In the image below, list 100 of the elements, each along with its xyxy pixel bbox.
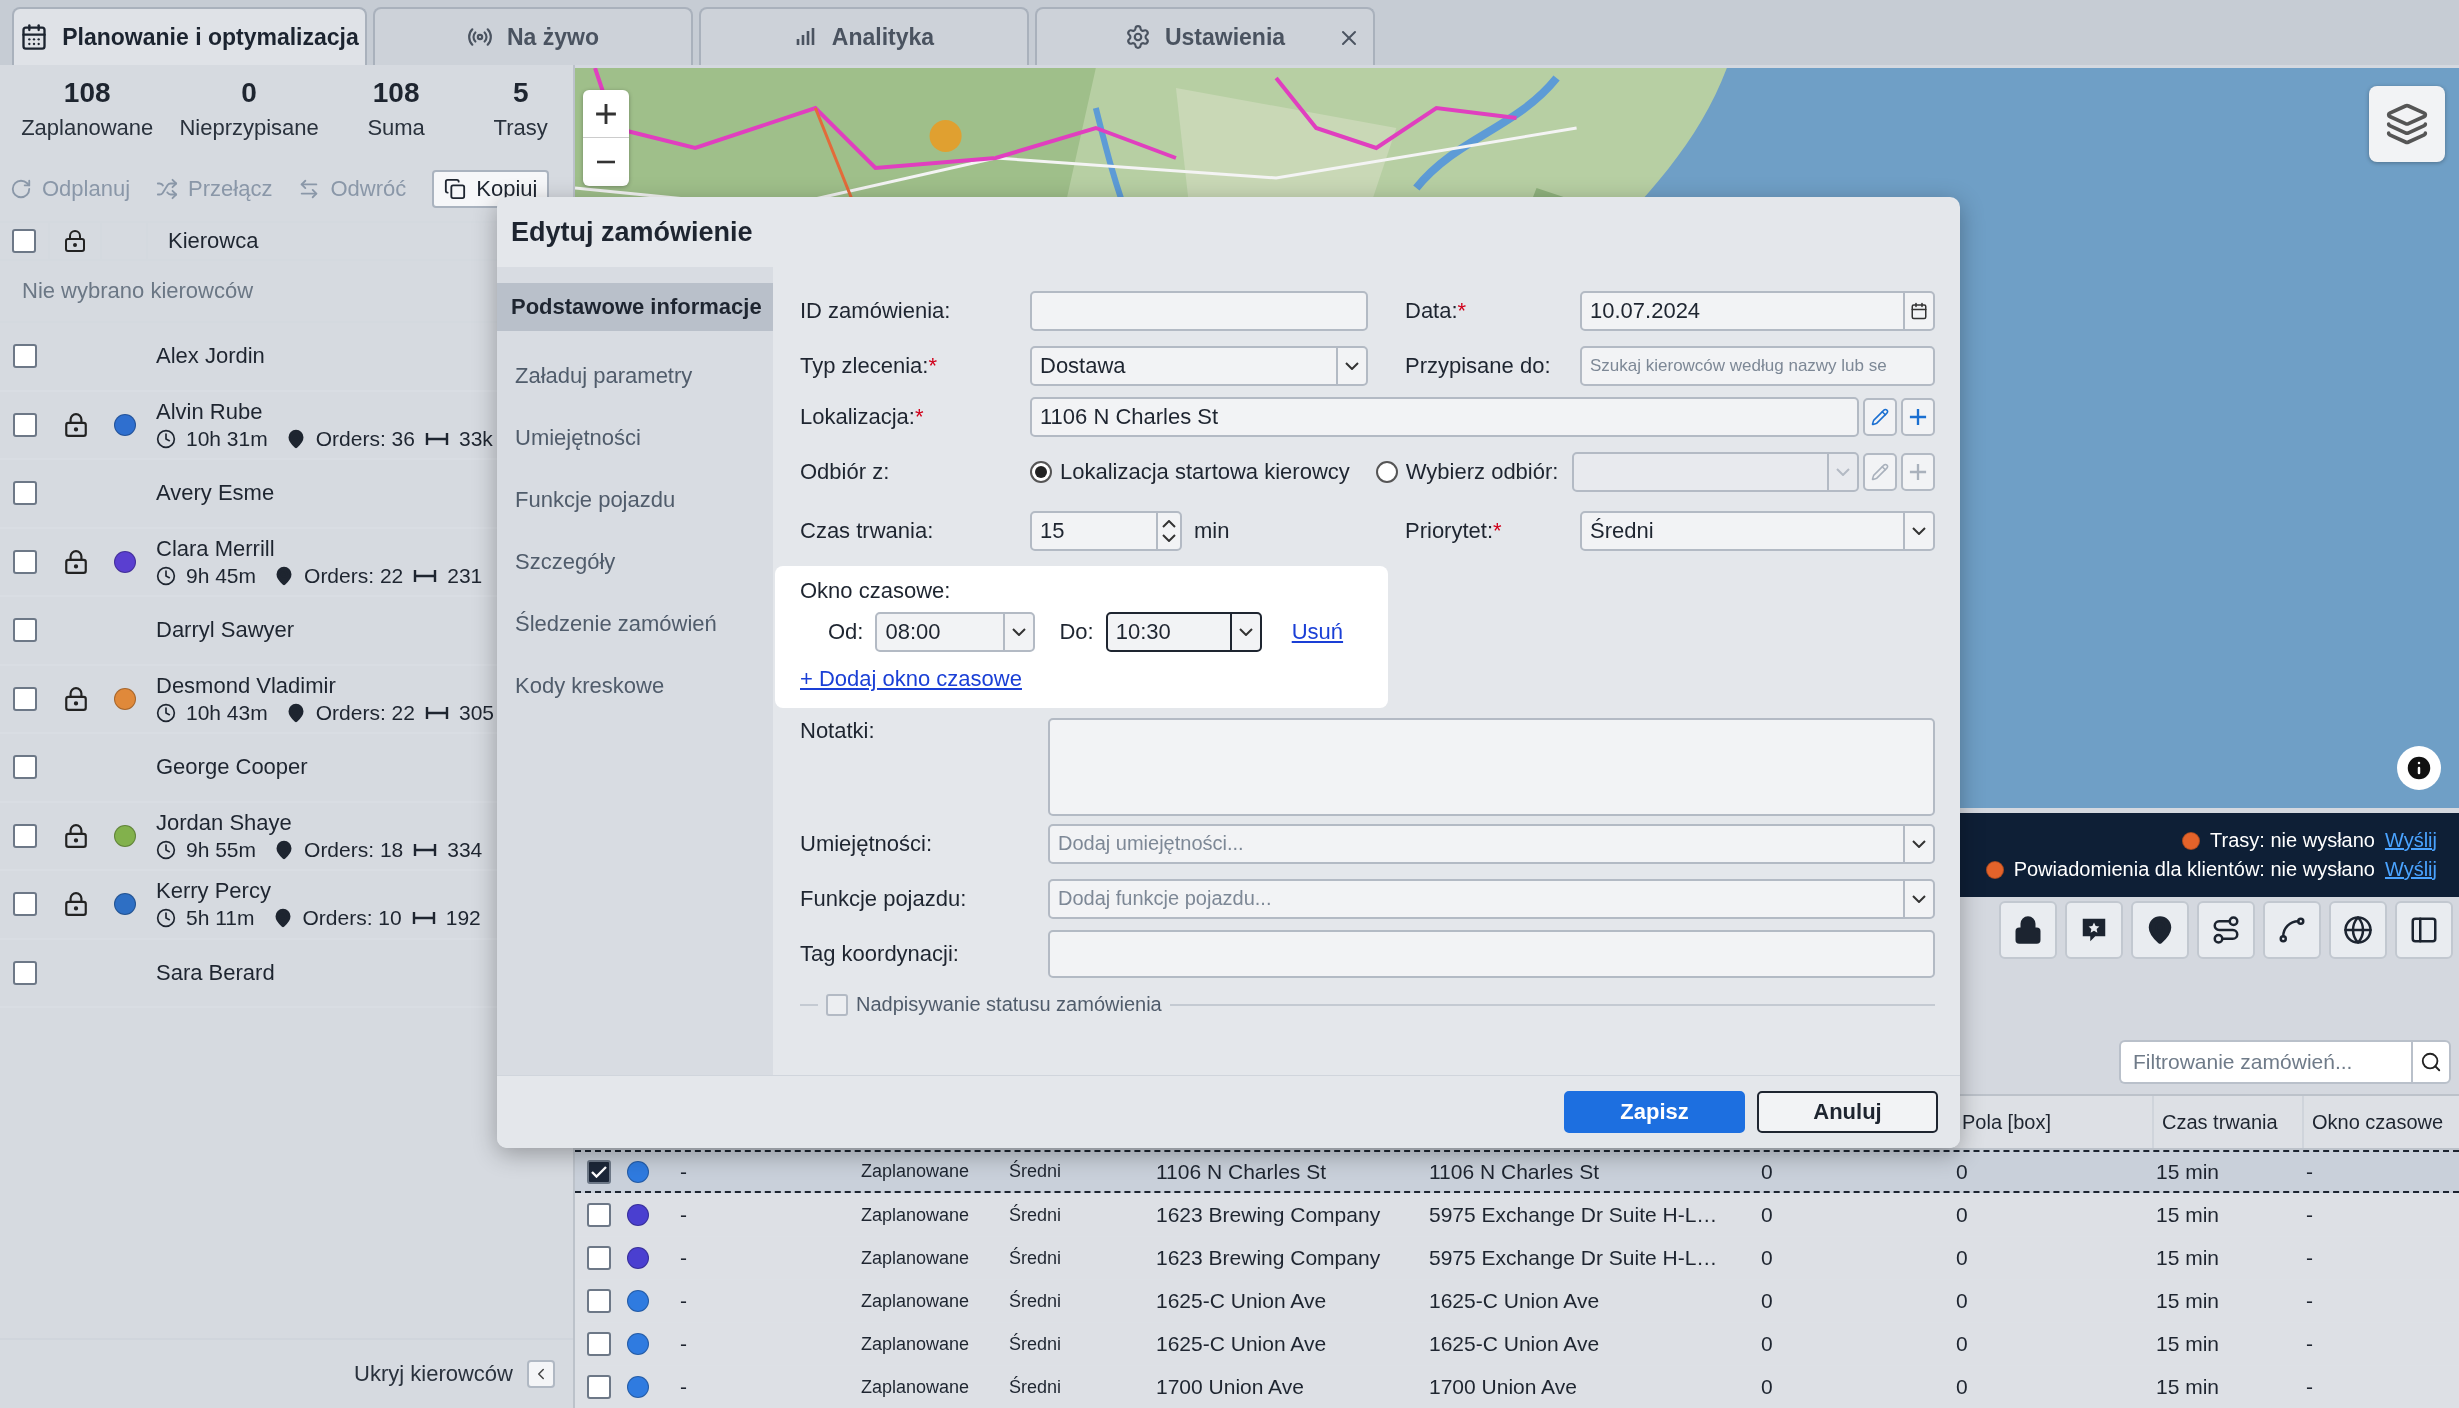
- lock-icon[interactable]: [63, 411, 89, 438]
- sidebar-item[interactable]: Funkcje pojazdu: [497, 469, 773, 531]
- plus-icon: [1909, 407, 1927, 426]
- order-row[interactable]: - Zaplanowane Średni 1106 N Charles St 1106 N Charles St 0 0 15 min -: [575, 1150, 2459, 1193]
- table-cell-text: Średni: [1008, 1376, 1063, 1398]
- radio-button[interactable]: [1375, 460, 1398, 483]
- lock-icon[interactable]: [63, 822, 89, 849]
- spline-button[interactable]: [2263, 901, 2321, 959]
- checkbox[interactable]: [587, 1332, 611, 1356]
- checkbox[interactable]: [13, 960, 37, 985]
- add-button[interactable]: [1901, 397, 1935, 436]
- order-row[interactable]: - Zaplanowane Średni 1623 Brewing Company 5975 Exchange Dr Suite H-L… 0 0 15 min -: [575, 1236, 2459, 1279]
- time-select[interactable]: 08:00: [875, 612, 1036, 652]
- number-field[interactable]: 15: [1030, 510, 1182, 551]
- filter-field[interactable]: Filtrowanie zamówień...: [2119, 1040, 2411, 1084]
- lock-icon[interactable]: [63, 891, 89, 918]
- order-row[interactable]: - Zaplanowane Średni 1625-C Union Ave 1625-C Union Ave 0 0 15 min -: [575, 1322, 2459, 1365]
- checkbox[interactable]: [13, 823, 37, 848]
- time-select[interactable]: 10:30: [1105, 612, 1262, 652]
- tab[interactable]: Analityka: [699, 7, 1029, 65]
- stat-label: Zaplanowane: [21, 115, 154, 141]
- select-field[interactable]: Dostawa: [1030, 345, 1368, 386]
- text-field[interactable]: [1048, 929, 1935, 978]
- driver-name: Desmond Vladimir: [156, 672, 336, 699]
- star-message-button[interactable]: [2065, 901, 2123, 959]
- checkbox[interactable]: [13, 892, 37, 917]
- table-cell-text: Średni: [1008, 1247, 1063, 1269]
- checkbox[interactable]: [13, 755, 37, 780]
- checkbox[interactable]: [13, 549, 37, 574]
- lock-icon[interactable]: [63, 685, 89, 712]
- table-cell-text: Zaplanowane: [860, 1204, 971, 1226]
- checkbox[interactable]: [12, 229, 36, 253]
- order-row[interactable]: - Zaplanowane Średni 1623 Brewing Company 5975 Exchange Dr Suite H-L… 0 0 15 min -: [575, 1193, 2459, 1236]
- collapse-button[interactable]: [527, 1360, 555, 1388]
- plus-icon: [595, 102, 617, 125]
- radio-option[interactable]: Wybierz odbiór:: [1375, 458, 1559, 485]
- table-cell-text: Średni: [1008, 1333, 1063, 1355]
- pin-button[interactable]: [2131, 901, 2189, 959]
- sidebar-item[interactable]: Umiejętności: [497, 407, 773, 469]
- checkbox[interactable]: [826, 993, 848, 1016]
- layers-button[interactable]: [2369, 86, 2445, 162]
- date-field[interactable]: 10.07.2024: [1580, 290, 1935, 331]
- sidebar-item[interactable]: Kody kreskowe: [497, 655, 773, 717]
- route-button[interactable]: [2197, 901, 2255, 959]
- remove-link[interactable]: Usuń: [1291, 619, 1344, 645]
- distance-icon: [413, 842, 438, 857]
- checkbox[interactable]: [587, 1203, 611, 1227]
- field-label: Przypisane do:: [1404, 352, 1552, 379]
- lock-button[interactable]: [1999, 901, 2057, 959]
- driver-name: George Cooper: [156, 754, 308, 781]
- location-field[interactable]: 1106 N Charles St: [1030, 396, 1859, 437]
- notification-text: Powiadomienia dla klientów: nie wysłano: [2013, 858, 2375, 881]
- checkbox[interactable]: [13, 686, 37, 711]
- sidebar-item[interactable]: Podstawowe informacje: [497, 283, 773, 331]
- search-button[interactable]: [2411, 1040, 2451, 1084]
- table-cell-text: 0: [1760, 1203, 1774, 1227]
- checkbox[interactable]: [587, 1159, 611, 1184]
- lock-icon[interactable]: [63, 548, 89, 575]
- tab[interactable]: Planowanie i optymalizacja: [12, 7, 367, 65]
- checkbox[interactable]: [13, 412, 37, 437]
- route-icon: [2211, 915, 2241, 945]
- order-count: Orders: 22: [304, 563, 404, 588]
- checkbox[interactable]: [13, 481, 37, 506]
- clock-icon: [156, 839, 176, 860]
- notes-field[interactable]: [1048, 718, 1935, 816]
- text-field[interactable]: [1030, 290, 1368, 331]
- cancel-button[interactable]: Anuluj: [1757, 1091, 1938, 1133]
- radio-option[interactable]: Lokalizacja startowa kierowcy: [1030, 458, 1350, 485]
- select-field[interactable]: [1572, 451, 1859, 492]
- checkbox[interactable]: [587, 1289, 611, 1313]
- save-button[interactable]: Zapisz: [1564, 1091, 1745, 1133]
- checkbox[interactable]: [13, 344, 37, 369]
- order-count: Orders: 36: [315, 426, 415, 451]
- add-time-window-link[interactable]: + Dodaj okno czasowe: [800, 666, 1388, 692]
- panel-button[interactable]: [2395, 901, 2453, 959]
- tab[interactable]: Na żywo: [373, 7, 693, 65]
- search-icon: [2420, 1051, 2442, 1073]
- send-link[interactable]: Wyślij: [2384, 858, 2437, 881]
- checkbox[interactable]: [587, 1246, 611, 1270]
- radio-button[interactable]: [1030, 460, 1052, 483]
- select-field[interactable]: Średni: [1580, 510, 1935, 551]
- sidebar-item[interactable]: Śledzenie zamówień: [497, 593, 773, 655]
- sidebar-item[interactable]: Szczegóły: [497, 531, 773, 593]
- sidebar-item[interactable]: Załaduj parametry: [497, 345, 773, 407]
- tab[interactable]: Ustawienia: [1035, 7, 1375, 65]
- order-row[interactable]: - Zaplanowane Średni 1700 Union Ave 1700 Union Ave 0 0 15 min -: [575, 1365, 2459, 1408]
- check-icon: [591, 1165, 607, 1178]
- field-label: Od:: [828, 619, 864, 645]
- globe-button[interactable]: [2329, 901, 2387, 959]
- order-row[interactable]: - Zaplanowane Średni 1625-C Union Ave 1625-C Union Ave 0 0 15 min -: [575, 1279, 2459, 1322]
- checkbox[interactable]: [13, 618, 37, 643]
- checkbox[interactable]: [587, 1375, 611, 1399]
- minus-icon: [595, 160, 617, 164]
- chevron-up-icon: [1162, 519, 1176, 528]
- clock-icon: [156, 908, 176, 929]
- edit-button[interactable]: [1863, 397, 1897, 436]
- table-cell-text: 0: [1955, 1159, 1969, 1184]
- send-link[interactable]: Wyślij: [2384, 829, 2437, 852]
- table-cell-text: -: [679, 1289, 688, 1313]
- driver-name: Alvin Rube: [156, 398, 263, 425]
